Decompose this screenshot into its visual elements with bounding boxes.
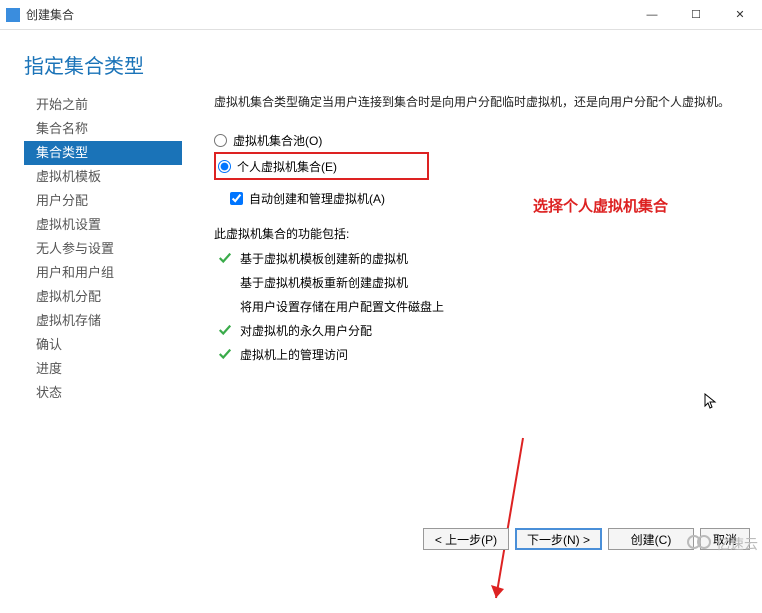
feature-item: 虚拟机上的管理访问 [218, 346, 738, 363]
feature-text: 基于虚拟机模板创建新的虚拟机 [240, 250, 408, 267]
close-button[interactable]: ✕ [718, 0, 762, 30]
feature-item: 基于虚拟机模板创建新的虚拟机 [218, 250, 738, 267]
page-title: 指定集合类型 [24, 50, 738, 79]
titlebar: 创建集合 — ☐ ✕ [0, 0, 762, 30]
arrow-icon [488, 433, 528, 613]
radio-personal[interactable]: 个人虚拟机集合(E) [218, 154, 337, 178]
annotation-text: 选择个人虚拟机集合 [533, 195, 668, 216]
nav-item[interactable]: 进度 [24, 357, 182, 381]
radio-personal-input[interactable] [218, 160, 231, 173]
page-header: 指定集合类型 [0, 30, 762, 93]
features-title: 此虚拟机集合的功能包括: [214, 225, 738, 242]
nav-item[interactable]: 虚拟机存储 [24, 309, 182, 333]
nav-item[interactable]: 开始之前 [24, 93, 182, 117]
nav-item[interactable]: 无人参与设置 [24, 237, 182, 261]
feature-text: 虚拟机上的管理访问 [240, 346, 348, 363]
watermark-icon [686, 533, 712, 554]
maximize-button[interactable]: ☐ [674, 0, 718, 30]
radio-pool[interactable]: 虚拟机集合池(O) [214, 128, 738, 152]
app-icon [6, 8, 20, 22]
feature-item: 对虚拟机的永久用户分配 [218, 322, 738, 339]
feature-item: 将用户设置存储在用户配置文件磁盘上 [218, 298, 738, 315]
feature-text: 对虚拟机的永久用户分配 [240, 322, 372, 339]
nav-item[interactable]: 用户分配 [24, 189, 182, 213]
feature-text: 将用户设置存储在用户配置文件磁盘上 [240, 298, 444, 315]
nav-item[interactable]: 用户和用户组 [24, 261, 182, 285]
watermark: 亿速云 [686, 533, 758, 554]
wizard-nav: 开始之前集合名称集合类型虚拟机模板用户分配虚拟机设置无人参与设置用户和用户组虚拟… [24, 93, 182, 405]
nav-item[interactable]: 状态 [24, 381, 182, 405]
prev-button[interactable]: < 上一步(P) [423, 528, 509, 550]
content-area: 虚拟机集合类型确定当用户连接到集合时是向用户分配临时虚拟机，还是向用户分配个人虚… [182, 93, 738, 405]
window-title: 创建集合 [26, 6, 630, 23]
watermark-text: 亿速云 [716, 534, 758, 554]
cursor-icon [704, 393, 718, 411]
radio-pool-input[interactable] [214, 134, 227, 147]
radio-pool-label: 虚拟机集合池(O) [233, 132, 322, 149]
nav-item[interactable]: 虚拟机模板 [24, 165, 182, 189]
feature-item: 基于虚拟机模板重新创建虚拟机 [218, 274, 738, 291]
nav-item[interactable]: 集合类型 [24, 141, 182, 165]
nav-item[interactable]: 确认 [24, 333, 182, 357]
nav-item[interactable]: 虚拟机分配 [24, 285, 182, 309]
window-controls: — ☐ ✕ [630, 0, 762, 30]
minimize-button[interactable]: — [630, 0, 674, 30]
nav-item[interactable]: 虚拟机设置 [24, 213, 182, 237]
auto-create-label: 自动创建和管理虚拟机(A) [249, 190, 385, 207]
next-button[interactable]: 下一步(N) > [515, 528, 602, 550]
highlight-box: 个人虚拟机集合(E) [214, 152, 429, 180]
nav-item[interactable]: 集合名称 [24, 117, 182, 141]
features-list: 基于虚拟机模板创建新的虚拟机基于虚拟机模板重新创建虚拟机将用户设置存储在用户配置… [214, 250, 738, 363]
feature-text: 基于虚拟机模板重新创建虚拟机 [240, 274, 408, 291]
radio-personal-label: 个人虚拟机集合(E) [237, 158, 337, 175]
create-button[interactable]: 创建(C) [608, 528, 694, 550]
description-text: 虚拟机集合类型确定当用户连接到集合时是向用户分配临时虚拟机，还是向用户分配个人虚… [214, 93, 738, 110]
auto-create-checkbox[interactable] [230, 192, 243, 205]
